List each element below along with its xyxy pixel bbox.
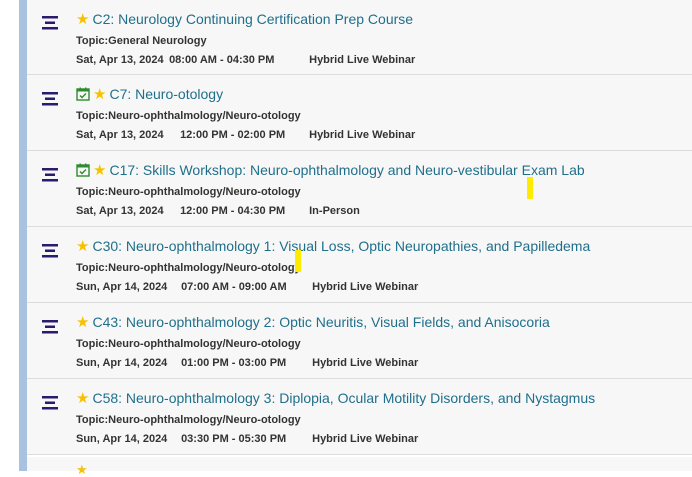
session-menu-icon[interactable]	[40, 243, 60, 259]
session-time: 12:00 PM - 02:00 PM	[180, 129, 286, 141]
session-date: Sun, Apr 14, 2024	[76, 357, 168, 369]
session-format: Hybrid Live Webinar	[312, 357, 419, 369]
session-topic: Topic:Neuro-ophthalmology/Neuro-otology	[76, 262, 301, 274]
session-item: ★ C17: Skills Workshop: Neuro-ophthalmol…	[27, 151, 692, 227]
session-item-partial: ★	[27, 457, 692, 476]
session-time: 12:00 PM - 04:30 PM	[180, 205, 286, 217]
sidebar-accent-stripe	[19, 0, 27, 471]
favorite-star-icon[interactable]: ★	[76, 239, 89, 254]
session-date: Sun, Apr 14, 2024	[76, 281, 168, 293]
session-title-link[interactable]: C7: Neuro-otology	[109, 86, 223, 102]
session-item: ★ C2: Neurology Continuing Certification…	[27, 0, 692, 75]
session-item: ★ C7: Neuro-otology Topic:Neuro-ophthalm…	[27, 75, 692, 151]
session-topic: Topic:Neuro-ophthalmology/Neuro-otology	[76, 338, 301, 350]
favorite-star-icon[interactable]: ★	[76, 463, 88, 476]
session-title-link[interactable]: C58: Neuro-ophthalmology 3: Diplopia, Oc…	[92, 390, 595, 406]
session-topic: Topic:Neuro-ophthalmology/Neuro-otology	[76, 414, 301, 426]
session-menu-icon[interactable]	[40, 91, 60, 107]
session-date: Sun, Apr 14, 2024	[76, 433, 168, 445]
session-menu-icon[interactable]	[40, 167, 60, 183]
session-format: Hybrid Live Webinar	[312, 433, 419, 445]
session-menu-icon[interactable]	[40, 395, 60, 411]
session-date: Sat, Apr 13, 2024	[76, 54, 164, 66]
calendar-check-icon	[76, 163, 90, 177]
session-format: Hybrid Live Webinar	[309, 129, 416, 141]
session-format: Hybrid Live Webinar	[309, 54, 416, 66]
favorite-star-icon[interactable]: ★	[76, 315, 89, 330]
session-menu-icon[interactable]	[40, 319, 60, 335]
favorite-star-icon[interactable]: ★	[76, 12, 89, 27]
favorite-star-icon[interactable]: ★	[76, 391, 89, 406]
session-list: ★ C2: Neurology Continuing Certification…	[27, 0, 692, 455]
session-time: 07:00 AM - 09:00 AM	[181, 281, 287, 293]
session-item: ★ C30: Neuro-ophthalmology 1: Visual Los…	[27, 227, 692, 303]
session-title-link[interactable]: C17: Skills Workshop: Neuro-ophthalmolog…	[109, 162, 584, 178]
session-topic: Topic:General Neurology	[76, 35, 207, 47]
session-item: ★ C58: Neuro-ophthalmology 3: Diplopia, …	[27, 379, 692, 455]
highlight-marker	[295, 250, 301, 272]
favorite-star-icon[interactable]: ★	[93, 163, 106, 178]
highlight-marker	[527, 177, 533, 199]
session-format: In-Person	[309, 205, 360, 217]
session-item: ★ C43: Neuro-ophthalmology 2: Optic Neur…	[27, 303, 692, 379]
session-time: 03:30 PM - 05:30 PM	[181, 433, 287, 445]
session-date: Sat, Apr 13, 2024	[76, 205, 164, 217]
session-date: Sat, Apr 13, 2024	[76, 129, 164, 141]
session-format: Hybrid Live Webinar	[312, 281, 419, 293]
favorite-star-icon[interactable]: ★	[93, 87, 106, 102]
session-topic: Topic:Neuro-ophthalmology/Neuro-otology	[76, 186, 301, 198]
session-topic: Topic:Neuro-ophthalmology/Neuro-otology	[76, 110, 301, 122]
session-menu-icon[interactable]	[40, 15, 60, 31]
session-time: 08:00 AM - 04:30 PM	[169, 54, 275, 66]
session-title-link[interactable]: C43: Neuro-ophthalmology 2: Optic Neurit…	[92, 314, 549, 330]
calendar-check-icon	[76, 87, 90, 101]
session-time: 01:00 PM - 03:00 PM	[181, 357, 287, 369]
session-title-link[interactable]: C2: Neurology Continuing Certification P…	[92, 11, 413, 27]
session-title-link[interactable]: C30: Neuro-ophthalmology 1: Visual Loss,…	[92, 238, 590, 254]
